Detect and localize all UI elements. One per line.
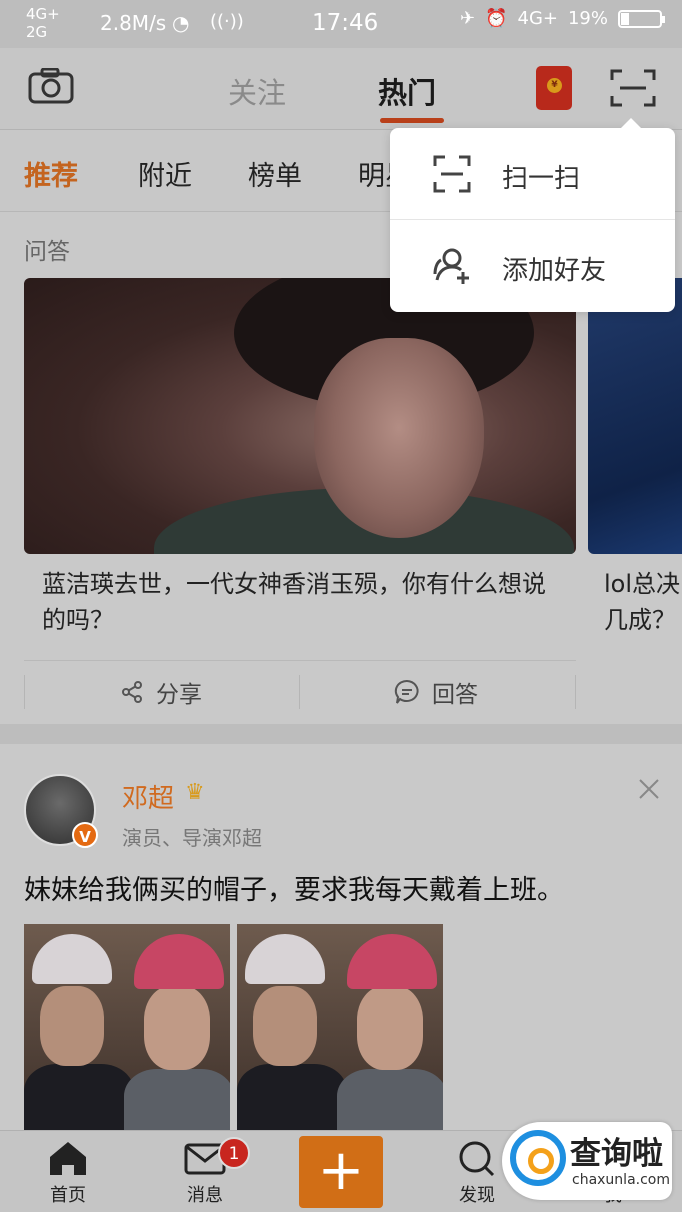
tab-follow[interactable]: 关注 (228, 70, 286, 112)
post-user-bio: 演员、导演邓超 (122, 826, 262, 850)
subtab-recommend[interactable]: 推荐 (24, 154, 78, 193)
post-text[interactable]: 妹妹给我俩买的帽子，要求我每天戴着上班。 (24, 868, 564, 907)
red-packet-icon[interactable]: ¥ (536, 66, 572, 110)
feed[interactable]: 问答 蓝洁瑛去世，一代女神香消玉殒，你有什么想说的吗？ lol总决 几成？ 分享 (0, 212, 682, 1130)
post-photo[interactable] (237, 924, 443, 1130)
scan-icon[interactable] (610, 68, 656, 108)
comment-icon (394, 679, 419, 704)
dropdown-menu: 扫一扫 添加好友 (390, 118, 675, 312)
weibo-notification-icon: ◔ (172, 11, 190, 35)
network-type: 4G+ (517, 8, 558, 29)
clock: 17:46 (312, 10, 379, 36)
watermark-domain: chaxunla.com (572, 1172, 670, 1188)
home-icon (50, 1142, 86, 1175)
reply-button[interactable]: 回答 (394, 675, 478, 709)
qa-card-title[interactable]: 蓝洁瑛去世，一代女神香消玉殒，你有什么想说的吗？ (42, 566, 562, 638)
watermark-icon (510, 1130, 566, 1186)
menu-item-scan[interactable]: 扫一扫 (390, 128, 675, 220)
camera-icon[interactable] (28, 68, 74, 104)
compose-button[interactable]: + (299, 1136, 383, 1208)
battery-percent: 19% (567, 8, 608, 29)
top-nav: 关注 热门 ¥ (0, 48, 682, 130)
tab-hot[interactable]: 热门 (378, 70, 436, 112)
menu-item-add-friend[interactable]: 添加好友 (390, 220, 675, 312)
scan-icon (433, 155, 471, 193)
mute-icon: ✈ (459, 8, 476, 29)
share-button[interactable]: 分享 (120, 675, 202, 709)
post-photo[interactable] (24, 924, 230, 1130)
network-speed: 2.8M/s (100, 11, 167, 35)
share-icon (122, 681, 142, 703)
section-divider (0, 724, 682, 744)
post-username[interactable]: 邓超 (122, 778, 174, 815)
watermark-logo: 查询啦 chaxunla.com (502, 1122, 672, 1200)
qa-card-title-2[interactable]: lol总决 几成？ (604, 566, 682, 638)
add-friend-icon (433, 248, 469, 284)
search-icon (459, 1141, 495, 1177)
status-right: ✈ ⏰ 4G+ 19% (459, 8, 665, 29)
alarm-icon: ⏰ (485, 8, 508, 29)
subtab-ranking[interactable]: 榜单 (248, 154, 302, 193)
crown-icon: ♛ (185, 780, 205, 805)
qa-card-image[interactable] (24, 278, 576, 554)
hotspot-icon: ((·)) (210, 11, 244, 32)
weibo-post[interactable]: V 邓超 ♛ 演员、导演邓超 妹妹给我俩买的帽子，要求我每天戴着上班。 (0, 744, 682, 1130)
verified-badge: V (72, 822, 98, 848)
tab-home[interactable]: 首页 (23, 1139, 113, 1207)
subtab-nearby[interactable]: 附近 (138, 154, 192, 193)
status-bar: 4G+ 2G 2.8M/s ◔ ((·)) 17:46 ✈ ⏰ 4G+ 19% (0, 0, 682, 48)
qa-card-actions: 分享 回答 (24, 660, 576, 722)
battery-icon (618, 9, 665, 28)
qa-card-image-2[interactable] (588, 278, 682, 554)
close-icon[interactable] (638, 778, 660, 800)
signal-indicator: 4G+ 2G (26, 5, 60, 41)
message-count-badge: 1 (218, 1137, 250, 1169)
watermark-title: 查询啦 (570, 1136, 663, 1172)
section-label: 问答 (24, 239, 70, 265)
plus-icon: + (317, 1138, 365, 1203)
active-tab-indicator (380, 118, 444, 123)
